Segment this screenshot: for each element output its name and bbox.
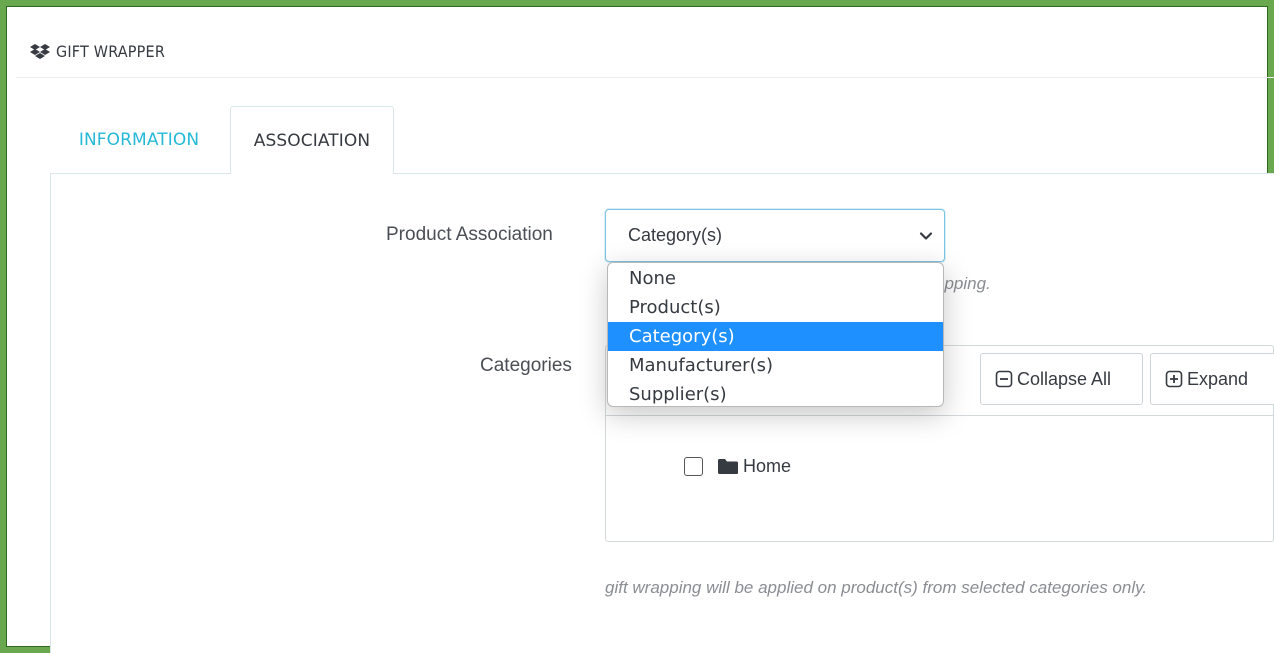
product-association-select[interactable]: Category(s): [605, 209, 945, 262]
product-association-dropdown: None Product(s) Category(s) Manufacturer…: [607, 262, 944, 407]
plus-square-icon: [1165, 370, 1183, 388]
categories-help: gift wrapping will be applied on product…: [605, 578, 1148, 597]
dropbox-icon: [30, 43, 50, 59]
option-categories[interactable]: Category(s): [608, 322, 943, 351]
option-none[interactable]: None: [608, 264, 943, 293]
collapse-all-button[interactable]: Collapse All: [980, 353, 1143, 405]
tab-bar: INFORMATION ASSOCIATION: [50, 106, 1274, 174]
collapse-all-label: Collapse All: [1017, 368, 1112, 389]
tab-information[interactable]: INFORMATION: [50, 106, 228, 174]
panel-title: GIFT WRAPPER: [56, 42, 166, 61]
expand-all-button[interactable]: Expand: [1150, 353, 1274, 405]
option-suppliers[interactable]: Supplier(s): [608, 380, 943, 406]
folder-icon: [718, 459, 738, 474]
product-association-label: Product Association: [386, 224, 553, 245]
panel-heading: GIFT WRAPPER: [16, 26, 1274, 78]
chevron-down-icon: [919, 232, 933, 240]
tab-association[interactable]: ASSOCIATION: [230, 106, 394, 174]
select-value: Category(s): [628, 225, 723, 245]
expand-all-label: Expand: [1187, 368, 1249, 389]
home-checkbox[interactable]: [684, 457, 703, 476]
tree-node-home: Home: [684, 456, 791, 477]
categories-label: Categories: [480, 355, 572, 376]
option-products[interactable]: Product(s): [608, 293, 943, 322]
option-manufacturers[interactable]: Manufacturer(s): [608, 351, 943, 380]
minus-square-icon: [995, 370, 1013, 388]
tree-node-label: Home: [743, 456, 792, 476]
